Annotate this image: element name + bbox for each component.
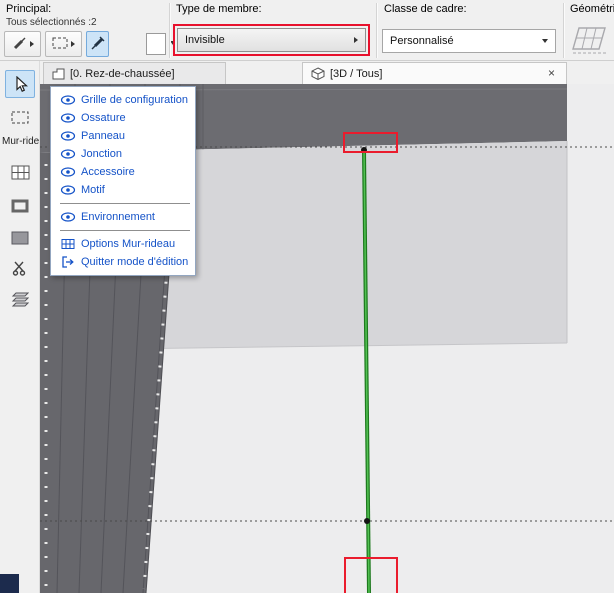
eye-icon	[59, 212, 76, 222]
member-type-value: Invisible	[185, 34, 225, 46]
menu-item-grille-configuration[interactable]: Grille de configuration	[51, 91, 195, 109]
menu-item-label: Ossature	[81, 112, 126, 124]
menu-item-panneau[interactable]: Panneau	[51, 127, 195, 145]
scheme-grid-icon	[11, 165, 29, 179]
selection-status: Tous sélectionnés :2	[6, 17, 97, 28]
close-tab-icon[interactable]: ×	[544, 66, 559, 81]
menu-item-options-mur-rideau[interactable]: Options Mur-rideau	[51, 235, 195, 253]
frame-class-combo[interactable]: Personnalisé	[382, 29, 556, 53]
junction-tool[interactable]	[5, 254, 35, 282]
top-toolbar: Principal: Tous sélectionnés :2 Type de …	[0, 0, 614, 61]
marquee-tool[interactable]	[5, 103, 35, 131]
scheme-grid-tool[interactable]	[5, 158, 35, 186]
toolbox-sidebar: Mur-ride	[0, 61, 40, 593]
scissors-icon	[12, 261, 26, 276]
tab-floor-plan-label: [0. Rez-de-chaussée]	[70, 67, 175, 80]
menu-separator	[60, 230, 190, 231]
menu-item-label: Panneau	[81, 130, 126, 142]
geometry-section-label: Géométrie d	[570, 3, 614, 15]
menu-item-label: Grille de configuration	[81, 94, 189, 106]
grid-icon	[59, 238, 76, 250]
eye-icon	[59, 113, 76, 123]
menu-item-label: Jonction	[81, 148, 122, 160]
exit-icon	[59, 256, 76, 268]
principal-section-label: Principal:	[6, 3, 52, 15]
frame-class-label: Classe de cadre:	[384, 3, 467, 15]
arrow-cursor-icon	[15, 75, 28, 92]
eye-icon	[59, 95, 76, 105]
eye-icon	[59, 185, 76, 195]
menu-item-quitter-mode-edition[interactable]: Quitter mode d'édition	[51, 253, 195, 271]
eye-icon	[59, 149, 76, 159]
toolbar-separator	[376, 3, 377, 58]
member-type-combo[interactable]: Invisible	[177, 28, 366, 52]
menu-item-ossature[interactable]: Ossature	[51, 109, 195, 127]
toolbar-separator	[169, 3, 170, 58]
pickup-parameters-icon	[12, 36, 27, 53]
geometry-method-icon	[572, 27, 607, 54]
tab-floor-plan[interactable]: [0. Rez-de-chaussée]	[43, 62, 226, 84]
frame-tool[interactable]	[5, 192, 35, 220]
layer-stack-icon	[11, 292, 29, 307]
menu-item-accessoire[interactable]: Accessoire	[51, 163, 195, 181]
member-type-highlight: Invisible	[173, 24, 370, 56]
selection-highlight-bottom	[344, 557, 398, 593]
tab-3d-view-label: [3D / Tous]	[330, 67, 383, 80]
eye-icon	[59, 131, 76, 141]
pickup-parameters-button[interactable]	[4, 31, 41, 57]
member-handle-mid[interactable]	[364, 518, 370, 524]
geometry-method-button[interactable]	[571, 25, 609, 58]
marquee-icon	[52, 37, 68, 52]
archicad-window: Principal: Tous sélectionnés :2 Type de …	[0, 0, 614, 593]
marquee-selection-button[interactable]	[45, 31, 82, 57]
surface-swatch-button[interactable]	[146, 33, 166, 55]
flyout-arrow-icon	[71, 41, 75, 47]
menu-item-jonction[interactable]: Jonction	[51, 145, 195, 163]
member-type-flyout-arrow-icon	[354, 37, 358, 43]
accessory-tool[interactable]	[5, 285, 35, 313]
floor-plan-icon	[52, 68, 65, 79]
toolbox-group-label: Mur-ride	[2, 136, 40, 147]
frame-class-dropdown-arrow-icon	[542, 39, 548, 43]
menu-item-environnement[interactable]: Environnement	[51, 208, 195, 226]
curtain-wall-view-menu: Grille de configuration Ossature Panneau…	[50, 86, 196, 276]
tab-3d-view[interactable]: [3D / Tous] ×	[302, 62, 567, 84]
frame-icon	[11, 199, 29, 213]
inject-parameters-icon	[91, 36, 105, 53]
eye-icon	[59, 167, 76, 177]
menu-item-label: Accessoire	[81, 166, 135, 178]
toolbar-separator	[563, 3, 564, 58]
menu-item-label: Options Mur-rideau	[81, 238, 176, 250]
flyout-arrow-icon	[29, 41, 34, 47]
corner-block	[0, 574, 19, 593]
marquee-icon	[11, 111, 29, 123]
menu-item-label: Environnement	[81, 211, 155, 223]
frame-class-value: Personnalisé	[390, 35, 454, 47]
3d-view-icon	[311, 67, 325, 80]
inject-parameters-button[interactable]	[86, 31, 109, 57]
select-tool[interactable]	[5, 70, 35, 98]
menu-item-label: Motif	[81, 184, 105, 196]
member-type-label: Type de membre:	[176, 3, 262, 15]
panel-icon	[11, 231, 29, 245]
tab-bar: [0. Rez-de-chaussée] [3D / Tous] ×	[40, 61, 614, 84]
menu-item-motif[interactable]: Motif	[51, 181, 195, 199]
panel-tool[interactable]	[5, 224, 35, 252]
menu-item-label: Quitter mode d'édition	[81, 256, 189, 268]
menu-separator	[60, 203, 190, 204]
